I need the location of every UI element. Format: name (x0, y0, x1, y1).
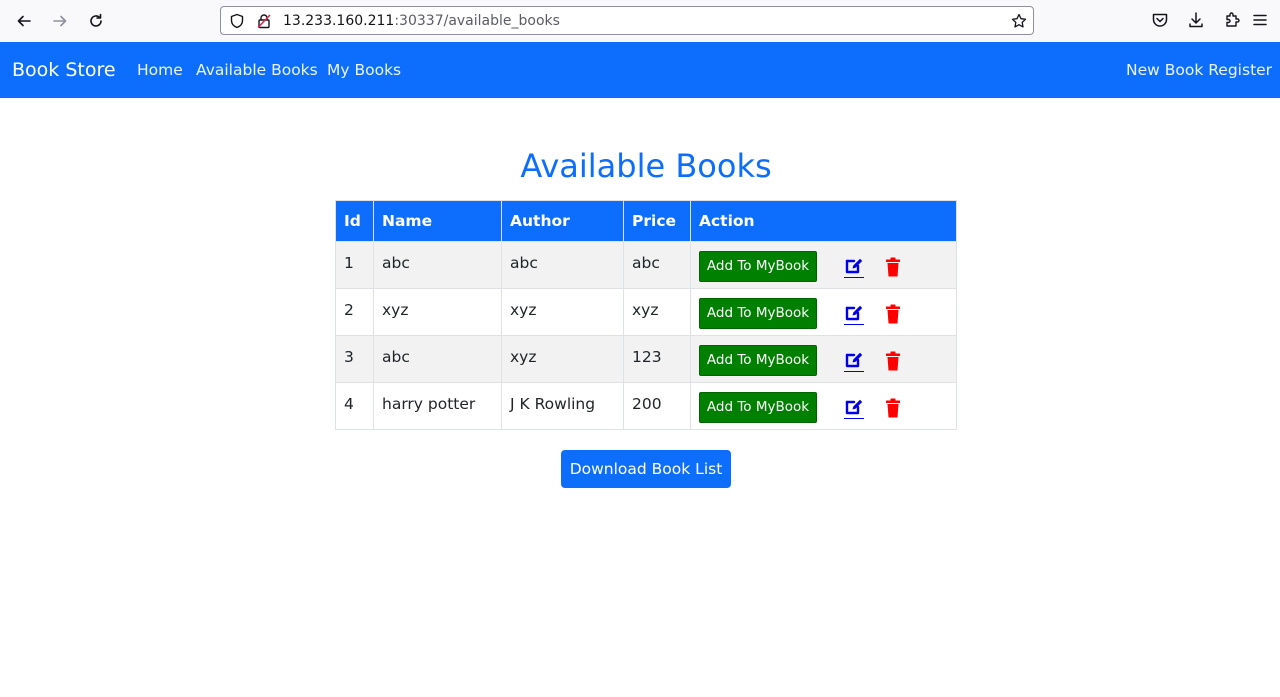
header-price: Price (623, 200, 691, 242)
back-arrow-icon[interactable] (12, 9, 36, 33)
cell-id: 4 (335, 382, 374, 430)
nav-link-home[interactable]: Home (137, 61, 183, 79)
cell-name: xyz (373, 288, 502, 336)
cell-id: 2 (335, 288, 374, 336)
cell-author: xyz (501, 288, 624, 336)
cell-name: harry potter (373, 382, 502, 430)
cell-action: Add To MyBook (690, 288, 957, 336)
pencil-square-icon (845, 305, 863, 320)
trash-icon[interactable] (885, 257, 901, 277)
pocket-icon[interactable] (1151, 11, 1169, 29)
add-to-mybook-button[interactable]: Add To MyBook (699, 251, 817, 282)
books-table: Id Name Author Price Action 1 abc abc ab… (335, 200, 957, 430)
trash-icon[interactable] (885, 351, 901, 371)
downloads-icon[interactable] (1187, 11, 1205, 29)
cell-name: abc (373, 335, 502, 383)
add-to-mybook-button[interactable]: Add To MyBook (699, 345, 817, 376)
cell-action: Add To MyBook (690, 335, 957, 383)
extensions-icon[interactable] (1223, 11, 1241, 29)
table-row: 2 xyz xyz xyz Add To MyBook (335, 288, 957, 336)
trash-icon[interactable] (885, 304, 901, 324)
header-action: Action (690, 200, 957, 242)
url-host: 13.233.160.211 (283, 13, 395, 29)
reload-icon[interactable] (84, 9, 108, 33)
browser-toolbar: 13.233.160.211:30337/available_books (0, 0, 1280, 43)
table-row: 3 abc xyz 123 Add To MyBook (335, 335, 957, 383)
add-to-mybook-button[interactable]: Add To MyBook (699, 392, 817, 423)
edit-link[interactable] (844, 303, 864, 325)
cell-author: abc (501, 241, 624, 289)
cell-author: xyz (501, 335, 624, 383)
url-path: :30337/available_books (394, 13, 560, 29)
brand-link[interactable]: Book Store (12, 59, 116, 81)
table-header-row: Id Name Author Price Action (335, 200, 957, 242)
table-row: 4 harry potter J K Rowling 200 Add To My… (335, 382, 957, 430)
download-book-list-button[interactable]: Download Book List (561, 450, 731, 488)
cell-action: Add To MyBook (690, 241, 957, 289)
add-to-mybook-button[interactable]: Add To MyBook (699, 298, 817, 329)
cell-price: xyz (623, 288, 691, 336)
header-name: Name (373, 200, 502, 242)
forward-arrow-icon[interactable] (48, 9, 72, 33)
cell-price: 200 (623, 382, 691, 430)
nav-link-available-books[interactable]: Available Books (196, 61, 318, 79)
shield-icon[interactable] (229, 13, 245, 29)
navbar: Book Store Home Available Books My Books… (0, 42, 1280, 98)
nav-link-new-book-register[interactable]: New Book Register (1126, 61, 1272, 79)
pencil-square-icon (845, 258, 863, 273)
pencil-square-icon (845, 399, 863, 414)
nav-link-my-books[interactable]: My Books (327, 61, 401, 79)
edit-link[interactable] (844, 397, 864, 419)
cell-action: Add To MyBook (690, 382, 957, 430)
url-bar[interactable]: 13.233.160.211:30337/available_books (220, 6, 1034, 35)
pencil-square-icon (845, 352, 863, 367)
header-author: Author (501, 200, 624, 242)
cell-name: abc (373, 241, 502, 289)
cell-id: 1 (335, 241, 374, 289)
table-row: 1 abc abc abc Add To MyBook (335, 241, 957, 289)
insecure-lock-icon[interactable] (256, 13, 272, 29)
menu-hamburger-icon[interactable] (1251, 11, 1269, 29)
cell-price: abc (623, 241, 691, 289)
trash-icon[interactable] (885, 398, 901, 418)
url-text[interactable]: 13.233.160.211:30337/available_books (283, 13, 560, 29)
page-title: Available Books (520, 147, 772, 185)
header-id: Id (335, 200, 374, 242)
bookmark-star-icon[interactable] (1011, 13, 1027, 29)
cell-id: 3 (335, 335, 374, 383)
edit-link[interactable] (844, 256, 864, 278)
cell-author: J K Rowling (501, 382, 624, 430)
cell-price: 123 (623, 335, 691, 383)
edit-link[interactable] (844, 350, 864, 372)
